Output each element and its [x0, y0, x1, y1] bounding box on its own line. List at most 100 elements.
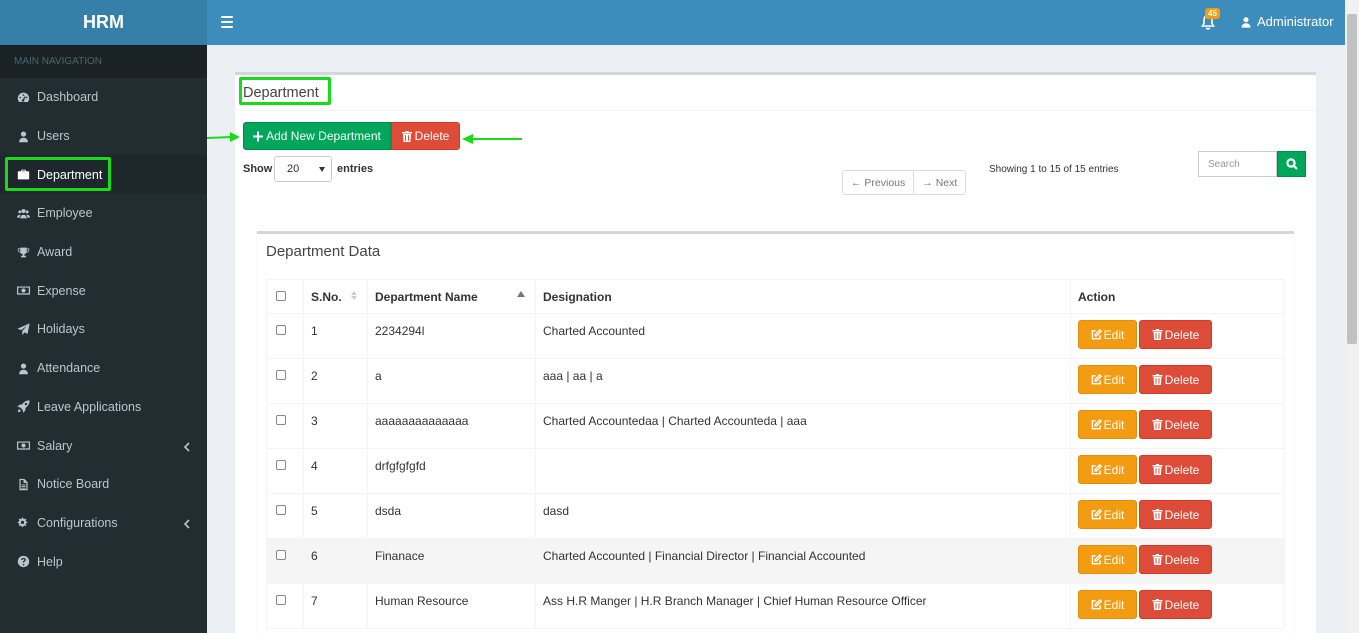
column-label: S.No. [311, 290, 342, 304]
sidebar-item-notice-board[interactable]: Notice Board [0, 465, 207, 504]
delete-label: Delete [1164, 597, 1200, 612]
sidebar-item-label: Award [37, 245, 73, 260]
edit-icon [1091, 419, 1102, 430]
cell-department-name: aaaaaaaaaaaaaa [367, 403, 536, 449]
money-icon [16, 439, 30, 453]
cell-department-name: a [367, 358, 536, 404]
menu-toggle-icon[interactable] [221, 16, 233, 28]
delete-label: Delete [1164, 417, 1200, 432]
user-menu[interactable]: Administrator [1240, 14, 1334, 29]
trash-icon [1152, 509, 1163, 520]
row-select-cell [266, 313, 304, 359]
row-checkbox[interactable] [276, 415, 286, 425]
page-title: Department [243, 85, 319, 101]
sidebar-item-attendance[interactable]: Attendance [0, 349, 207, 388]
edit-button[interactable]: Edit [1078, 455, 1137, 484]
delete-button[interactable]: Delete [1139, 365, 1212, 394]
cell-designation: Charted Accounted [535, 313, 1071, 359]
sidebar-item-configurations[interactable]: Configurations [0, 504, 207, 543]
cell-designation [535, 448, 1071, 494]
department-table: S.No. Department Name Designation Action… [266, 279, 1285, 629]
add-new-department-button[interactable]: Add New Department [243, 122, 391, 150]
delete-button[interactable]: Delete [1139, 590, 1212, 619]
sidebar-item-label: Dashboard [37, 90, 99, 105]
scrollbar-thumb[interactable] [1347, 14, 1357, 344]
sidebar-item-expense[interactable]: Expense [0, 271, 207, 310]
sidebar-item-users[interactable]: Users [0, 117, 207, 156]
delete-label: Delete [1164, 372, 1200, 387]
table-row: 6 Finanace Charted Accounted | Financial D… [266, 538, 1285, 584]
search-icon [1285, 158, 1298, 170]
table-row: 4 drfgfgfgfd Edit Delete [266, 448, 1285, 494]
page-scrollbar[interactable] [1345, 0, 1359, 633]
delete-label: Delete [1164, 507, 1200, 522]
sidebar-item-label: Attendance [37, 361, 101, 376]
column-header-designation[interactable]: Designation [535, 279, 1071, 314]
sidebar-item-department[interactable]: Department [0, 155, 207, 195]
trash-icon [401, 130, 412, 142]
sidebar-item-leave-applications[interactable]: Leave Applications [0, 388, 207, 427]
delete-button[interactable]: Delete [1139, 545, 1212, 574]
delete-button-label: Delete [414, 129, 450, 143]
sidebar-item-help[interactable]: Help [0, 542, 207, 581]
edit-button[interactable]: Edit [1078, 545, 1137, 574]
delete-button[interactable]: Delete [1139, 410, 1212, 439]
cell-designation: Ass H.R Manger | H.R Branch Manager | Ch… [535, 583, 1071, 629]
sidebar-item-salary[interactable]: Salary [0, 426, 207, 465]
next-page-button[interactable]: → Next [913, 171, 965, 194]
row-checkbox[interactable] [276, 460, 286, 470]
row-checkbox[interactable] [276, 505, 286, 515]
trash-icon [1152, 599, 1163, 610]
delete-button[interactable]: Delete [1139, 320, 1212, 349]
row-checkbox[interactable] [276, 550, 286, 560]
edit-button[interactable]: Edit [1078, 320, 1137, 349]
edit-button[interactable]: Edit [1078, 365, 1137, 394]
row-select-cell [266, 493, 304, 539]
rocket-icon [16, 400, 30, 414]
file-icon [16, 477, 30, 491]
sidebar-item-employee[interactable]: Employee [0, 194, 207, 233]
edit-icon [1091, 554, 1102, 565]
pagination: ← Previous → Next [842, 170, 967, 195]
delete-label: Delete [1164, 462, 1200, 477]
row-checkbox[interactable] [276, 325, 286, 335]
table-header-row: S.No. Department Name Designation Action [266, 279, 1285, 314]
sidebar-item-dashboard[interactable]: Dashboard [0, 78, 207, 117]
entries-per-page-select[interactable]: 20 [274, 156, 332, 182]
delete-selected-button[interactable]: Delete [391, 122, 460, 150]
edit-button[interactable]: Edit [1078, 590, 1137, 619]
edit-label: Edit [1103, 552, 1125, 567]
previous-page-button[interactable]: ← Previous [843, 171, 913, 194]
row-select-cell [266, 538, 304, 584]
trash-icon [1152, 329, 1163, 340]
delete-button[interactable]: Delete [1139, 455, 1212, 484]
row-checkbox[interactable] [276, 595, 286, 605]
search-button[interactable] [1277, 151, 1306, 177]
paper-plane-icon [16, 322, 30, 336]
cell-department-name: dsda [367, 493, 536, 539]
sidebar-item-label: Users [37, 129, 70, 144]
delete-button[interactable]: Delete [1139, 500, 1212, 529]
column-header-sno[interactable]: S.No. [303, 279, 368, 314]
row-select-cell [266, 448, 304, 494]
app-logo[interactable]: HRM [0, 0, 207, 45]
sidebar-item-label: Expense [37, 283, 86, 298]
search-input[interactable]: Search [1198, 151, 1277, 177]
sidebar-item-award[interactable]: Award [0, 233, 207, 272]
column-header-department-name[interactable]: Department Name [367, 279, 536, 314]
sidebar-item-holidays[interactable]: Holidays [0, 310, 207, 349]
user-icon [16, 361, 30, 375]
divider [235, 110, 1316, 111]
row-select-cell [266, 403, 304, 449]
sidebar: HRM MAIN NAVIGATION Dashboard Users Depa… [0, 0, 207, 633]
row-checkbox[interactable] [276, 370, 286, 380]
cell-department-name: Human Resource [367, 583, 536, 629]
sidebar-item-label: Configurations [37, 515, 118, 530]
edit-button[interactable]: Edit [1078, 410, 1137, 439]
select-all-checkbox[interactable] [276, 291, 286, 301]
sidebar-item-label: Holidays [37, 322, 85, 337]
edit-button[interactable]: Edit [1078, 500, 1137, 529]
cell-sno: 1 [303, 313, 368, 359]
sidebar-item-label: Leave Applications [37, 399, 142, 414]
cogs-icon [16, 516, 30, 530]
